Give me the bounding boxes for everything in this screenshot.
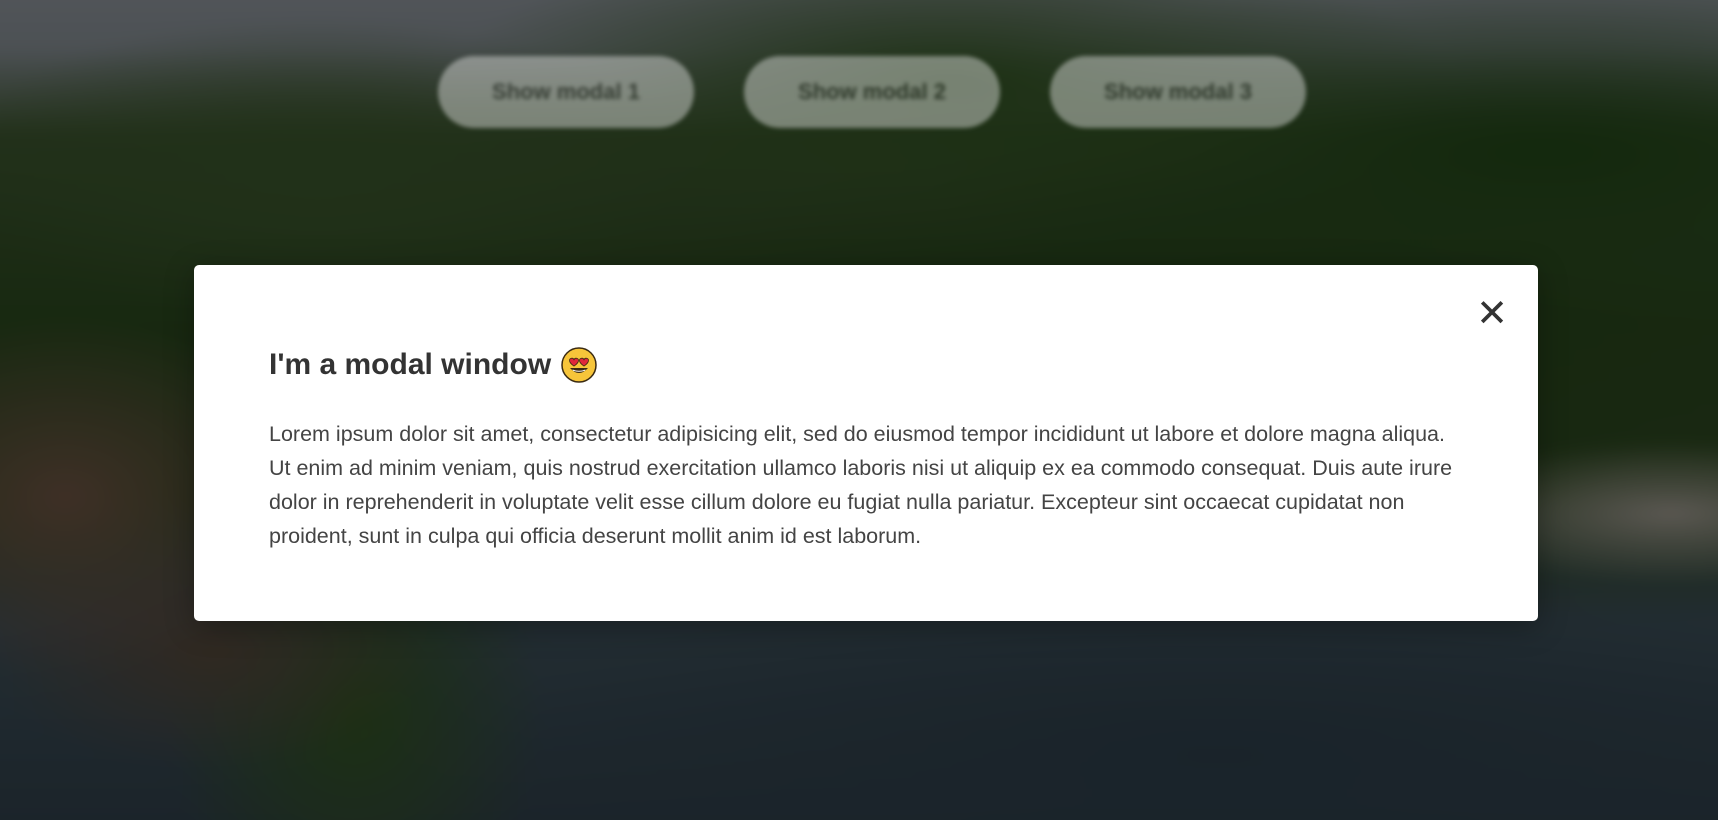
button-row: Show modal 1 Show modal 2 Show modal 3 <box>0 56 1718 128</box>
modal-title-text: I'm a modal window <box>269 348 552 381</box>
smiling-face-with-heart-eyes-icon <box>561 347 597 383</box>
show-modal-3-button: Show modal 3 <box>1050 56 1306 128</box>
modal-title: I'm a modal window <box>269 345 1463 385</box>
page: Show modal 1 Show modal 2 Show modal 3 ✕… <box>0 0 1718 820</box>
show-modal-2-button: Show modal 2 <box>744 56 1000 128</box>
modal-dialog: ✕ I'm a modal window Lorem ipsum dolor s… <box>194 265 1538 621</box>
modal-body-text: Lorem ipsum dolor sit amet, consectetur … <box>269 422 1453 548</box>
show-modal-1-button: Show modal 1 <box>438 56 694 128</box>
close-icon[interactable]: ✕ <box>1472 293 1512 333</box>
